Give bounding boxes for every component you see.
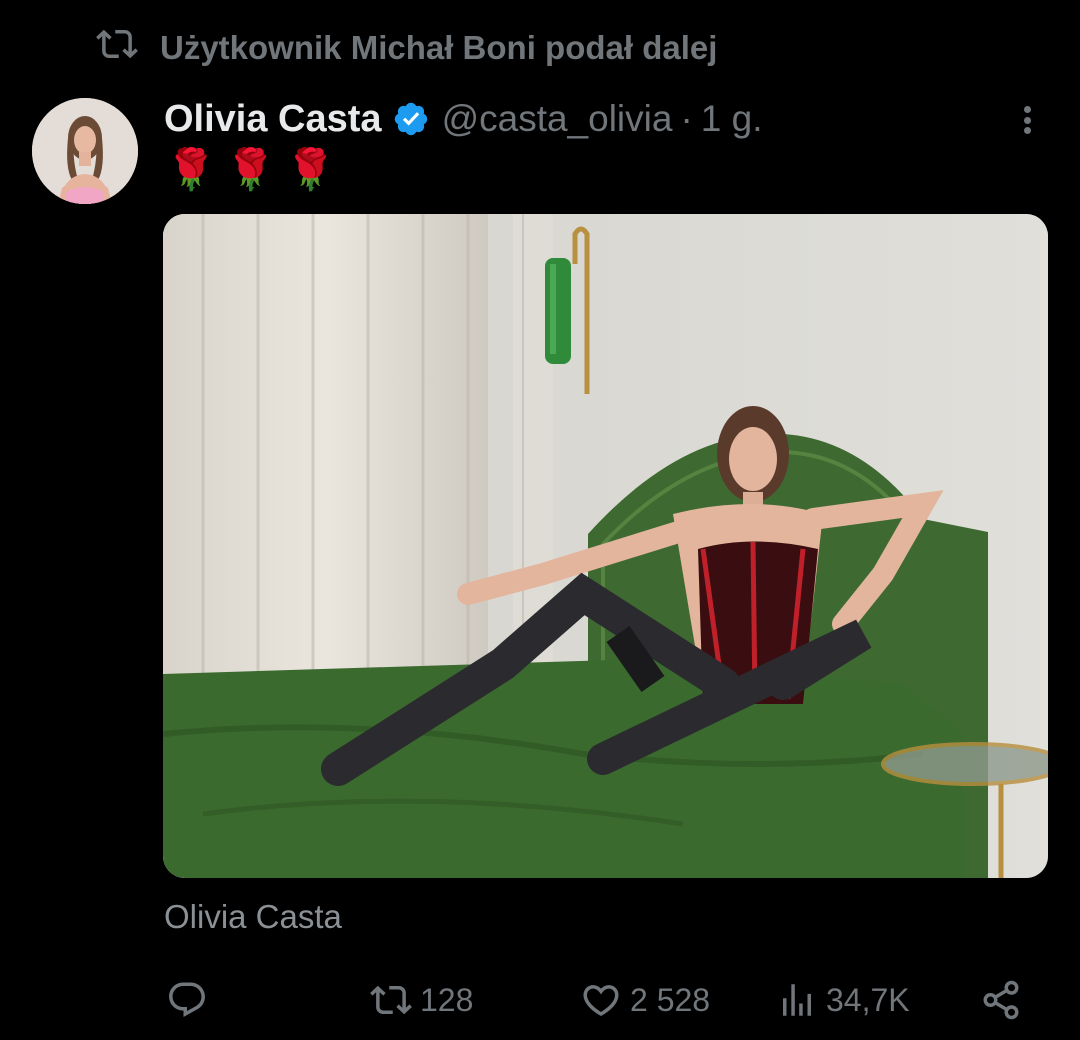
author-handle[interactable]: @casta_olivia	[442, 98, 673, 140]
retweet-icon	[96, 23, 138, 73]
verified-badge-icon	[394, 102, 427, 136]
like-count: 2 528	[630, 981, 711, 1018]
reply-button[interactable]	[166, 960, 216, 1040]
retweet-button[interactable]: 128	[370, 960, 473, 1040]
share-button[interactable]	[980, 960, 1022, 1040]
reply-icon	[169, 982, 205, 1017]
action-bar: 128 2 528 34,7K	[0, 960, 1080, 1040]
retweet-context[interactable]: Użytkownik Michał Boni podał dalej	[96, 26, 717, 70]
like-button[interactable]: 2 528	[580, 960, 710, 1040]
tweet-text: 🌹 🌹 🌹	[166, 144, 335, 196]
avatar[interactable]	[32, 98, 138, 204]
more-options-icon[interactable]	[1012, 102, 1042, 138]
views-button[interactable]: 34,7K	[776, 960, 910, 1040]
media-caption: Olivia Casta	[164, 898, 342, 935]
separator: ·	[680, 98, 693, 139]
tweet-media-image[interactable]	[163, 214, 1048, 878]
rose-emoji: 🌹	[285, 148, 336, 192]
views-count: 34,7K	[826, 981, 910, 1018]
retweet-count: 128	[420, 981, 474, 1018]
author-name[interactable]: Olivia Casta	[164, 98, 382, 141]
rose-emoji: 🌹	[225, 148, 276, 192]
rose-emoji: 🌹	[166, 148, 216, 192]
share-icon	[983, 980, 1019, 1020]
tweet-header: Olivia Casta @casta_olivia · 1 g.	[164, 92, 763, 146]
retweet-icon	[370, 985, 412, 1015]
heart-icon	[583, 985, 619, 1017]
timestamp[interactable]: 1 g.	[701, 98, 763, 140]
retweet-label: Użytkownik Michał Boni podał dalej	[160, 29, 718, 66]
views-icon	[783, 984, 811, 1016]
